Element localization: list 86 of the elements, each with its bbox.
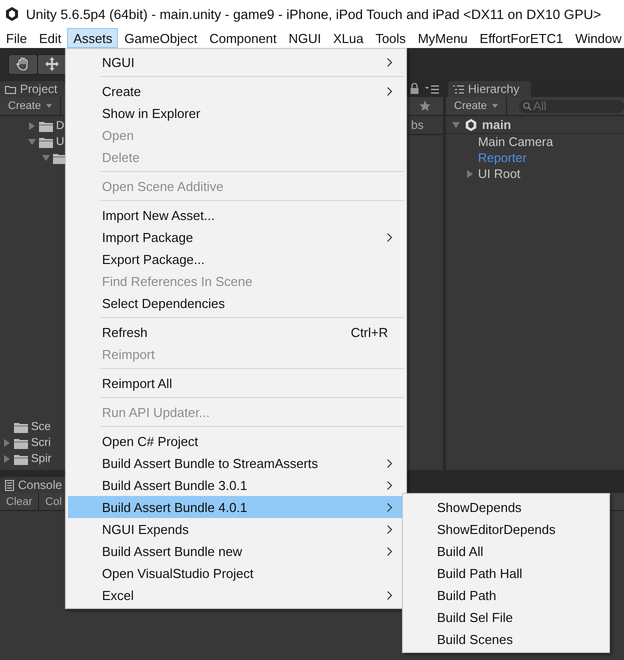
menu-bar-item[interactable]: GameObject [118,28,204,48]
chevron-right-icon [387,590,392,600]
menu-bar-item[interactable]: MyMenu [412,28,474,48]
menu-item[interactable]: Build Assert Bundle to StreamAsserts [68,452,404,474]
create-dropdown[interactable]: Create [0,97,62,115]
menu-item[interactable]: NGUI [68,51,404,73]
chevron-right-icon [387,480,392,490]
search-icon [523,102,534,110]
unity-logo-icon [4,6,20,22]
panel-menu-icon[interactable] [425,85,439,94]
menu-item[interactable]: ShowDepends [403,496,609,518]
expanded-arrow-icon[interactable] [42,154,50,162]
menu-bar-item[interactable]: File [0,28,33,48]
menu-item[interactable]: Refresh Ctrl+R [68,321,404,343]
menu-item[interactable]: Reimport All [68,372,404,394]
hierarchy-tab[interactable]: Hierarchy [448,81,532,97]
chevron-right-icon [387,502,392,512]
breadcrumb-item[interactable]: bs [403,118,424,132]
menu-item[interactable]: Open VisualStudio Project [68,562,404,584]
menu-item[interactable]: Import New Asset... [68,204,404,226]
expanded-arrow-icon[interactable] [452,120,460,128]
create-dropdown[interactable]: Create [446,97,508,115]
collapsed-arrow-icon[interactable] [3,455,11,463]
menu-bar-item[interactable]: NGUI [282,28,328,48]
menu-item[interactable]: Import Package [68,226,404,248]
folder-icon [39,136,53,148]
collapsed-arrow-icon[interactable] [466,170,474,178]
folder-icon [39,120,53,132]
menu-bar-item[interactable]: Tools [369,28,412,48]
menu-bar-item[interactable]: Assets [67,28,118,48]
move-icon [44,56,60,72]
caret-icon [46,104,52,108]
chevron-right-icon [387,458,392,468]
window-title: Unity 5.6.5p4 (64bit) - main.unity - game9 - iPhone, iPod Touch and iPad <DX11 on DX10 GPU> [26,6,602,22]
game-object-label[interactable]: Reporter [478,151,527,165]
menu-item[interactable]: Create [68,80,404,102]
chevron-right-icon [387,86,392,96]
menu-bar-item[interactable]: Window [569,28,624,48]
folder-icon [5,84,16,94]
menu-item[interactable]: NGUI Expends [68,518,404,540]
collapsed-arrow-icon[interactable] [28,122,36,130]
document-icon [5,480,14,490]
menu-item[interactable]: Build Assert Bundle 4.0.1 [68,496,404,518]
caret-icon [492,104,498,108]
folder-label[interactable]: D [56,120,64,132]
folder-icon [14,454,28,464]
folder-icon [14,438,28,448]
menu-item[interactable]: Export Package... [68,248,404,270]
folder-icon [14,422,28,432]
lock-icon[interactable] [410,83,419,94]
menu-item[interactable]: Build Sel File [403,606,609,628]
menu-bar-item[interactable]: XLua [327,28,370,48]
menu-item[interactable]: Build All [403,540,609,562]
project-tab[interactable]: Project [0,81,66,97]
menu-item[interactable]: ShowEditorDepends [403,518,609,540]
move-tool-button[interactable] [37,54,67,74]
game-object-label[interactable]: Main Camera [478,135,554,149]
menu-bar-item[interactable]: Component [203,28,283,48]
chevron-right-icon [387,546,392,556]
chevron-right-icon [387,232,392,242]
collapsed-arrow-icon[interactable] [3,439,11,447]
menu-item[interactable]: Build Path [403,584,609,606]
menu-bar-item[interactable]: EffortForETC1 [474,28,570,48]
console-toolbar-button[interactable]: Clear [0,493,40,510]
folder-label[interactable]: U [56,136,64,148]
expanded-arrow-icon[interactable] [28,138,36,146]
menu-item[interactable]: Show in Explorer [68,102,404,124]
menu-item[interactable]: Select Dependencies [68,292,404,314]
list-icon [453,84,464,94]
star-icon[interactable] [419,100,431,112]
menu-bar-item[interactable]: Edit [32,28,68,48]
menu-item[interactable]: Excel [68,584,404,606]
game-object-label[interactable]: UI Root [478,167,520,181]
folder-label[interactable]: Scri [31,437,51,449]
scene-label[interactable]: main [482,118,512,132]
folder-label[interactable]: Spir [31,453,52,465]
menu-item[interactable]: Build Assert Bundle new [68,540,404,562]
menu-item[interactable]: Open C# Project [68,430,404,452]
hand-tool-button[interactable] [8,54,38,74]
menu-item[interactable]: Build Scenes [403,628,609,650]
folder-label[interactable]: Sce [31,421,51,433]
menu-item[interactable]: Build Assert Bundle 3.0.1 [68,474,404,496]
unity-logo-icon [464,118,478,132]
chevron-right-icon [387,58,392,66]
menu-item[interactable]: Build Path Hall [403,562,609,584]
chevron-right-icon [387,524,392,534]
